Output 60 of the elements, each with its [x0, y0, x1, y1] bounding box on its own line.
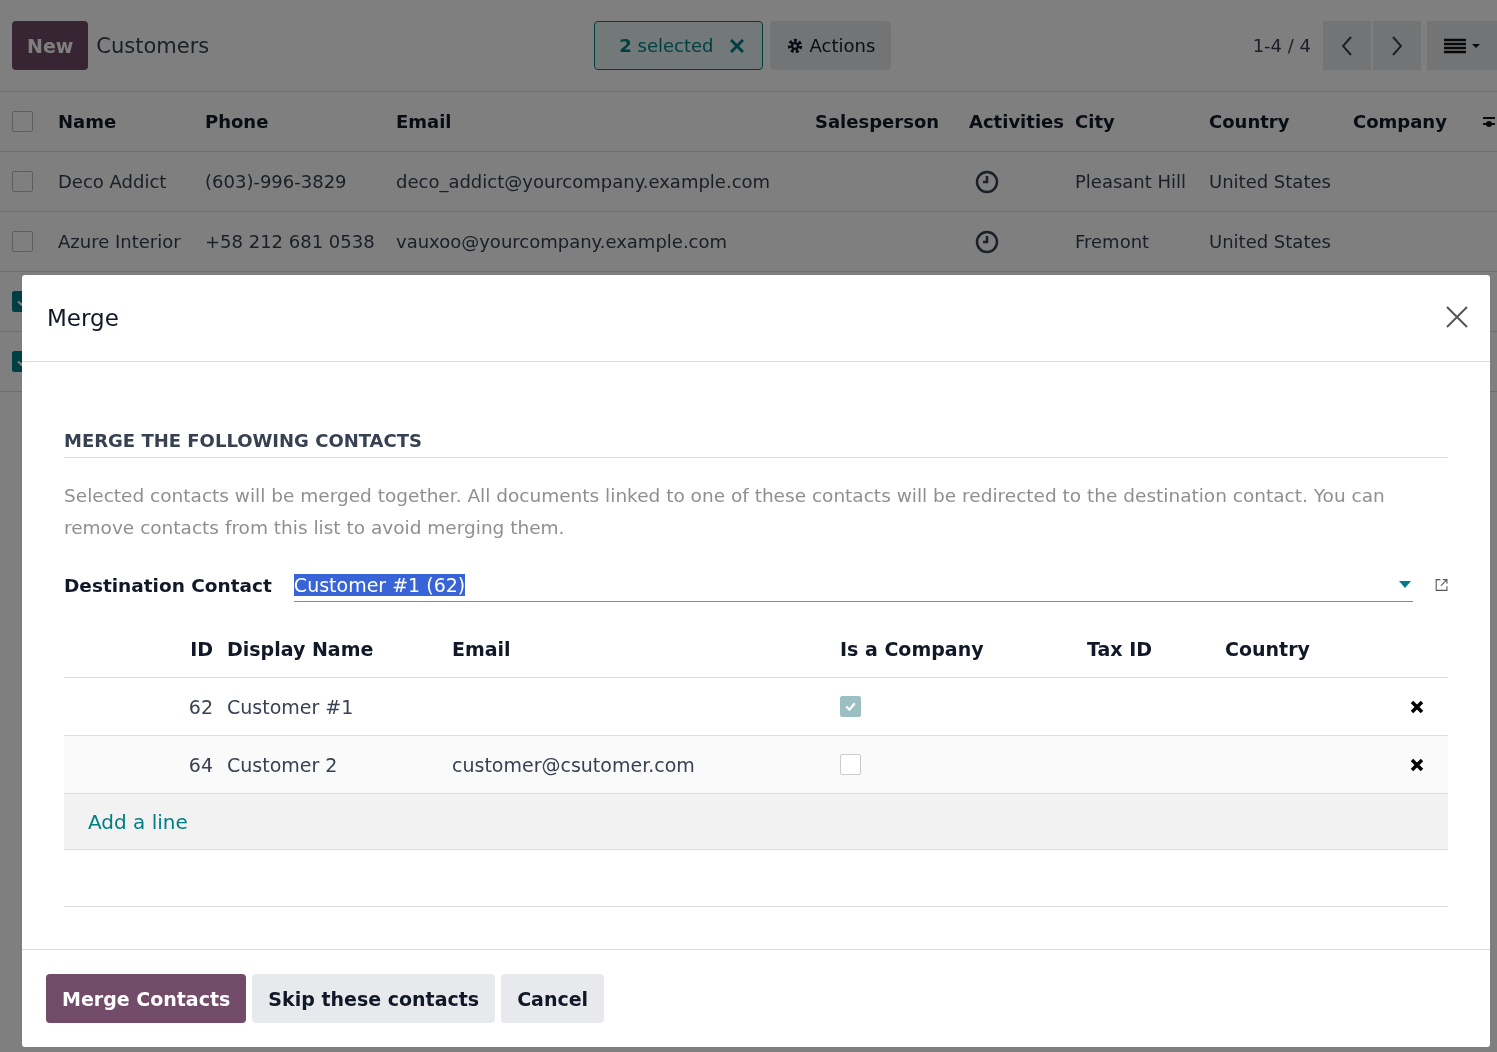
pager-text: 1-4 / 4 — [1252, 35, 1311, 56]
destination-contact-field[interactable]: Customer #1 (62) — [293, 568, 1413, 602]
column-header: Email — [452, 637, 512, 660]
chevron-left-icon — [1340, 34, 1354, 57]
add-line-link[interactable]: Add a line — [88, 809, 188, 834]
table-cell-text: 62 — [187, 695, 214, 718]
section-title: MERGE THE FOLLOWING CONTACTS — [64, 430, 1448, 458]
close-icon[interactable] — [729, 38, 744, 53]
table-cell-text: (603)-996-3829 — [205, 171, 348, 192]
clock-icon[interactable] — [975, 169, 999, 194]
table-cell-text: deco_addict@yourcompany.example.com — [396, 171, 772, 192]
table-cell-text: United States — [1209, 171, 1332, 192]
table-cell-text: Azure Interior — [58, 231, 182, 252]
column-header: Display Name — [227, 637, 375, 660]
selection-badge[interactable]: 2 selected — [594, 21, 763, 70]
column-header[interactable]: Salesperson — [815, 111, 969, 132]
column-header[interactable]: Activities — [969, 111, 1075, 132]
list-view-icon — [1442, 36, 1482, 55]
page-title: Customers — [96, 33, 210, 58]
column-header[interactable]: Email — [396, 111, 815, 132]
column-header[interactable]: Name — [58, 111, 205, 132]
table-cell-text: 64 — [187, 753, 214, 776]
description-text: Selected contacts will be merged together. All documents linked to one of these contacts will be redirected to the destination contact. You can remove contacts from this list to avoid merging them. — [64, 484, 1386, 540]
clock-icon[interactable] — [975, 229, 999, 254]
table-cell-text: customer@csutomer.com — [452, 753, 696, 776]
dialog-button[interactable]: Cancel — [501, 974, 605, 1023]
field-label: Destination Contact — [64, 574, 272, 596]
table-cell-text: United States — [1209, 231, 1332, 252]
column-header[interactable]: Country — [1209, 111, 1353, 132]
table-cell-text: Pleasant Hill — [1075, 171, 1188, 192]
column-header[interactable]: Company — [1353, 111, 1483, 132]
select-all-checkbox[interactable] — [12, 111, 33, 132]
row-checkbox[interactable] — [12, 171, 33, 192]
dialog-button[interactable]: Skip these contacts — [252, 974, 496, 1023]
view-switcher-button[interactable] — [1427, 21, 1497, 70]
row-checkbox[interactable] — [12, 231, 33, 252]
chevron-right-icon — [1390, 34, 1404, 57]
table-cell-text: Deco Addict — [58, 171, 168, 192]
dialog-title: Merge — [47, 305, 119, 331]
column-header: Is a Company — [840, 637, 985, 660]
actions-button[interactable]: Actions — [769, 21, 892, 70]
table-cell-text: vauxoo@yourcompany.example.com — [396, 231, 729, 252]
checkbox[interactable] — [840, 754, 861, 775]
checkbox[interactable] — [840, 696, 861, 717]
column-header: Tax ID — [1087, 637, 1154, 660]
column-header: Country — [1225, 637, 1311, 660]
new-button[interactable]: New — [12, 21, 89, 70]
column-header[interactable]: City — [1075, 111, 1209, 132]
column-header[interactable]: Phone — [205, 111, 396, 132]
gear-icon — [785, 36, 804, 55]
column-header: ID — [189, 637, 214, 660]
table-cell-text: +58 212 681 0538 — [205, 231, 376, 252]
delete-icon[interactable] — [1410, 757, 1424, 772]
table-cell-text: Fremont — [1075, 231, 1151, 252]
delete-icon[interactable] — [1410, 699, 1424, 714]
table-cell-text: Customer #1 — [227, 695, 355, 718]
merge-button[interactable]: Merge Contacts — [46, 974, 247, 1023]
table-cell-text: Customer 2 — [227, 753, 339, 776]
check-icon — [844, 700, 857, 713]
caret-icon — [1398, 581, 1411, 588]
